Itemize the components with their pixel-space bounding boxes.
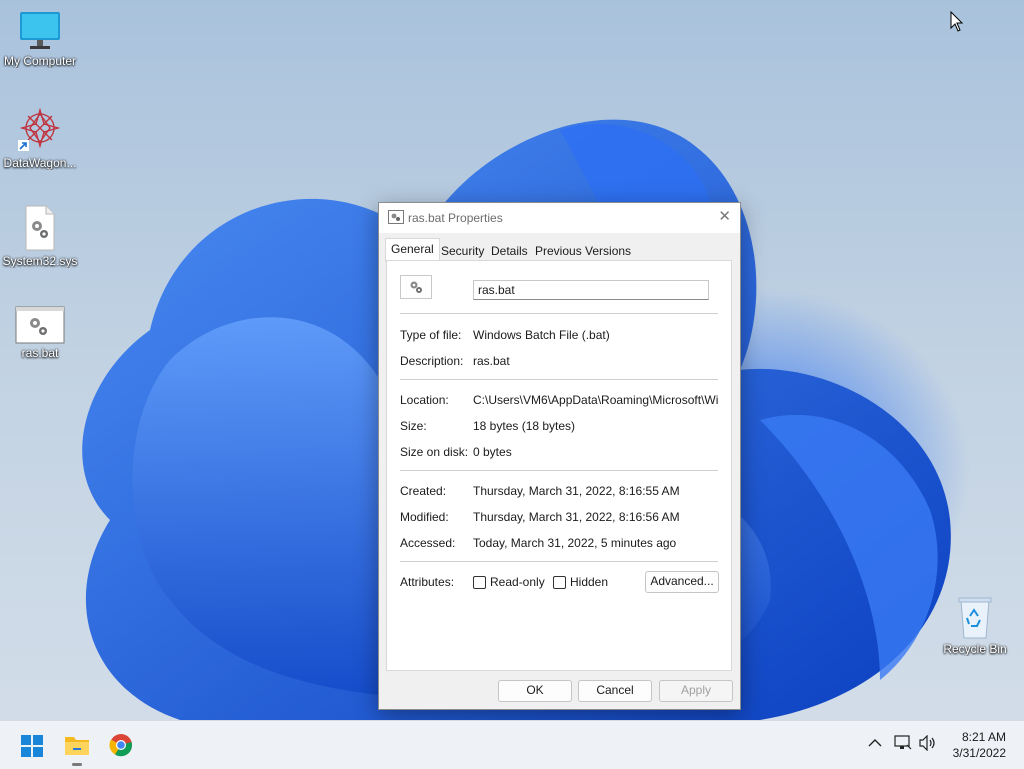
windows-start-icon[interactable] [21,735,43,757]
desktop-icon-label: DataWagon... [3,156,77,170]
clock-time: 8:21 AM [961,730,1006,744]
dialog-title: ras.bat Properties [408,211,503,225]
accessed-value: Today, March 31, 2022, 5 minutes ago [473,536,677,550]
size-on-disk-value: 0 bytes [473,445,512,459]
divider [400,470,718,471]
datawagon-shortcut-icon [18,107,61,151]
tab-previous-versions[interactable]: Previous Versions [531,242,635,260]
properties-dialog: ras.bat Properties ✕ General Security De… [378,202,741,710]
type-of-file-label: Type of file: [400,328,462,342]
system-clock[interactable]: 8:21 AM 3/31/2022 [953,729,1006,761]
checkbox-box[interactable] [473,575,486,589]
description-label: Description: [400,354,464,368]
close-icon[interactable]: ✕ [718,209,731,224]
location-value[interactable]: C:\Users\VM6\AppData\Roaming\Microsoft\W… [473,393,719,407]
location-label: Location: [400,393,449,407]
batch-file-icon [15,306,65,344]
apply-button[interactable]: Apply [659,680,733,702]
taskbar: 8:21 AM 3/31/2022 [0,720,1024,769]
cancel-button[interactable]: Cancel [578,680,652,702]
divider [400,561,718,562]
modified-value: Thursday, March 31, 2022, 8:16:56 AM [473,510,680,524]
created-label: Created: [400,484,447,498]
volume-icon[interactable] [919,735,937,751]
running-indicator [72,763,82,766]
modified-label: Modified: [400,510,449,524]
divider [400,379,718,380]
desktop-icon-recycle-bin[interactable]: Recycle Bin [935,594,1015,656]
tab-general[interactable]: General [385,238,440,262]
filename-input[interactable] [473,280,709,300]
attributes-label: Attributes: [400,575,455,589]
general-tab-panel: Type of file: Windows Batch File (.bat) … [386,260,732,671]
readonly-checkbox[interactable]: Read-only [473,575,545,589]
chrome-icon[interactable] [109,733,133,757]
desktop-icon-label: Recycle Bin [943,642,1007,656]
created-value: Thursday, March 31, 2022, 8:16:55 AM [473,484,680,498]
network-icon[interactable] [894,735,912,751]
size-on-disk-label: Size on disk: [400,445,469,459]
mouse-pointer-icon [950,11,964,32]
tab-details[interactable]: Details [487,242,532,260]
size-value: 18 bytes (18 bytes) [473,419,576,433]
desktop-icon-label: ras.bat [21,346,59,360]
clock-date: 3/31/2022 [952,746,1006,760]
monitor-icon [20,12,60,49]
batch-file-icon [388,210,404,224]
hidden-label: Hidden [570,575,609,589]
divider [400,313,718,314]
dialog-titlebar[interactable]: ras.bat Properties ✕ [379,203,740,233]
desktop-icon-ras-bat[interactable]: ras.bat [0,306,80,360]
description-value: ras.bat [473,354,510,368]
hidden-checkbox[interactable]: Hidden [553,575,608,589]
desktop-icon-datawagon[interactable]: DataWagon... [0,106,80,170]
size-label: Size: [400,419,427,433]
advanced-button[interactable]: Advanced... [645,571,719,593]
desktop-icon-label: My Computer [3,54,77,68]
file-explorer-icon[interactable] [64,733,90,757]
file-type-icon [400,275,432,299]
accessed-label: Accessed: [400,536,456,550]
desktop-icon-label: System32.sys [2,254,78,268]
gear-icon [410,281,422,293]
type-of-file-value: Windows Batch File (.bat) [473,328,610,342]
tab-security[interactable]: Security [437,242,488,260]
desktop-icon-system32[interactable]: System32.sys [0,204,80,268]
desktop-icon-my-computer[interactable]: My Computer [0,10,80,68]
checkbox-box[interactable] [553,575,566,589]
readonly-label: Read-only [490,575,545,589]
recycle-bin-icon [958,597,992,639]
chevron-up-icon[interactable] [868,738,882,748]
ok-button[interactable]: OK [498,680,572,702]
gear-file-icon [25,205,55,251]
tab-strip: General Security Details Previous Versio… [385,238,735,262]
